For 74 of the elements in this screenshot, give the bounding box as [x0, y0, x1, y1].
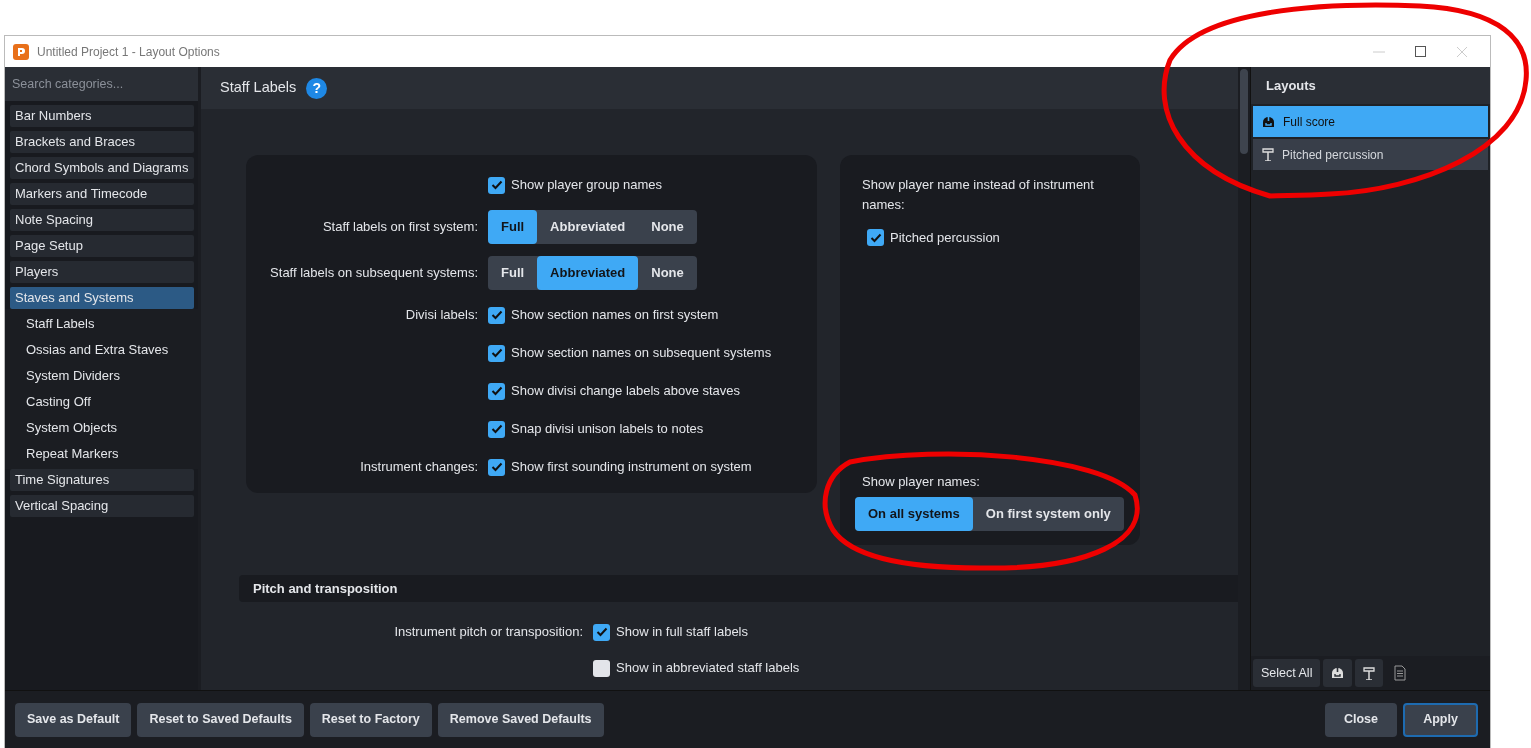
- apply-button[interactable]: Apply: [1403, 702, 1478, 737]
- checkbox-label: Show in abbreviated staff labels: [616, 659, 800, 678]
- window-title: Untitled Project 1 - Layout Options: [37, 43, 220, 61]
- option-label: Instrument pitch or transposition:: [394, 624, 583, 640]
- footer-button[interactable]: Save as Default: [15, 702, 132, 737]
- checkbox-label: Snap divisi unison labels to notes: [511, 420, 704, 439]
- checkbox[interactable]: [488, 306, 505, 324]
- sidebar-item[interactable]: Time Signatures: [10, 469, 194, 491]
- sidebar-item[interactable]: Staves and Systems: [10, 287, 194, 309]
- section-header: Pitch and transposition: [239, 575, 1238, 602]
- checkbox[interactable]: [867, 229, 884, 247]
- segment-button[interactable]: On all systems: [855, 497, 973, 531]
- page-title: Staff Labels: [220, 78, 297, 98]
- checkbox[interactable]: [488, 344, 505, 362]
- footer-button[interactable]: Reset to Saved Defaults: [137, 702, 304, 737]
- mallet-stand-icon: [1363, 666, 1376, 680]
- close-button[interactable]: Close: [1325, 702, 1397, 737]
- checkbox[interactable]: [593, 623, 610, 641]
- select-all-button[interactable]: Select All: [1253, 659, 1321, 687]
- sidebar-item[interactable]: Players: [10, 261, 194, 283]
- sidebar-subitem[interactable]: Ossias and Extra Staves: [10, 339, 194, 361]
- sidebar-subitem[interactable]: Repeat Markers: [10, 443, 194, 465]
- segment-button[interactable]: Full: [488, 256, 538, 290]
- layout-item[interactable]: Pitched percussion: [1253, 139, 1488, 170]
- checkbox-label: Show first sounding instrument on system: [511, 458, 752, 477]
- checkbox[interactable]: [488, 176, 505, 194]
- segment-button[interactable]: None: [638, 210, 697, 244]
- panel-heading: Show player name instead of instrument names:: [862, 176, 1095, 214]
- segment-button[interactable]: Abbreviated: [537, 256, 639, 290]
- checkbox-label: Show section names on first system: [511, 306, 719, 325]
- document-icon[interactable]: [1394, 665, 1407, 681]
- footer-button[interactable]: Reset to Factory: [309, 702, 432, 737]
- sidebar-item[interactable]: Markers and Timecode: [10, 183, 194, 205]
- option-label: Staff labels on subsequent systems:: [270, 265, 478, 281]
- part-filter-button[interactable]: [1355, 659, 1384, 687]
- sidebar-subitem[interactable]: System Dividers: [10, 365, 194, 387]
- option-label: Staff labels on first system:: [322, 219, 478, 235]
- sidebar-subitem[interactable]: Casting Off: [10, 391, 194, 413]
- option-label: Instrument changes:: [360, 459, 478, 475]
- score-icon: [1331, 667, 1345, 679]
- checkbox-label: Show player group names: [511, 176, 663, 195]
- checkbox-label: Show in full staff labels: [616, 623, 748, 642]
- sidebar-item[interactable]: Page Setup: [10, 235, 194, 257]
- mallet-stand-icon: [1262, 148, 1274, 161]
- sidebar-item[interactable]: Note Spacing: [10, 209, 194, 231]
- footer-button[interactable]: Remove Saved Defaults: [437, 702, 604, 737]
- option-label: Show player names:: [862, 472, 981, 491]
- checkbox[interactable]: [488, 458, 505, 476]
- score-icon: [1262, 115, 1275, 128]
- checkbox[interactable]: [488, 382, 505, 400]
- sidebar-subitem[interactable]: System Objects: [10, 417, 194, 439]
- scrollbar-thumb[interactable]: [1240, 69, 1248, 154]
- sidebar-item[interactable]: Vertical Spacing: [10, 495, 194, 517]
- segment-button[interactable]: None: [638, 256, 697, 290]
- help-button[interactable]: ?: [306, 77, 328, 99]
- sidebar-subitem[interactable]: Staff Labels: [10, 313, 194, 335]
- sidebar-item[interactable]: Bar Numbers: [10, 105, 194, 127]
- sidebar-item[interactable]: Chord Symbols and Diagrams: [10, 157, 194, 179]
- checkbox[interactable]: [488, 420, 505, 438]
- checkbox-label: Show divisi change labels above staves: [511, 382, 741, 401]
- checkbox-label: Pitched percussion: [890, 229, 1000, 247]
- panel-title: Layouts: [1251, 67, 1490, 104]
- segment-button[interactable]: Abbreviated: [537, 210, 639, 244]
- segment-button[interactable]: Full: [488, 210, 538, 244]
- segment-button[interactable]: On first system only: [972, 497, 1124, 531]
- checkbox-label: Show section names on subsequent systems: [511, 344, 772, 363]
- search-field[interactable]: Search categories...: [5, 67, 198, 101]
- score-filter-button[interactable]: [1323, 659, 1353, 687]
- app-logo-icon: [13, 43, 29, 60]
- checkbox[interactable]: [593, 659, 610, 677]
- maximize-icon[interactable]: [1415, 45, 1426, 57]
- option-label: Divisi labels:: [405, 307, 478, 323]
- layout-item[interactable]: Full score: [1253, 106, 1488, 137]
- sidebar-item[interactable]: Brackets and Braces: [10, 131, 194, 153]
